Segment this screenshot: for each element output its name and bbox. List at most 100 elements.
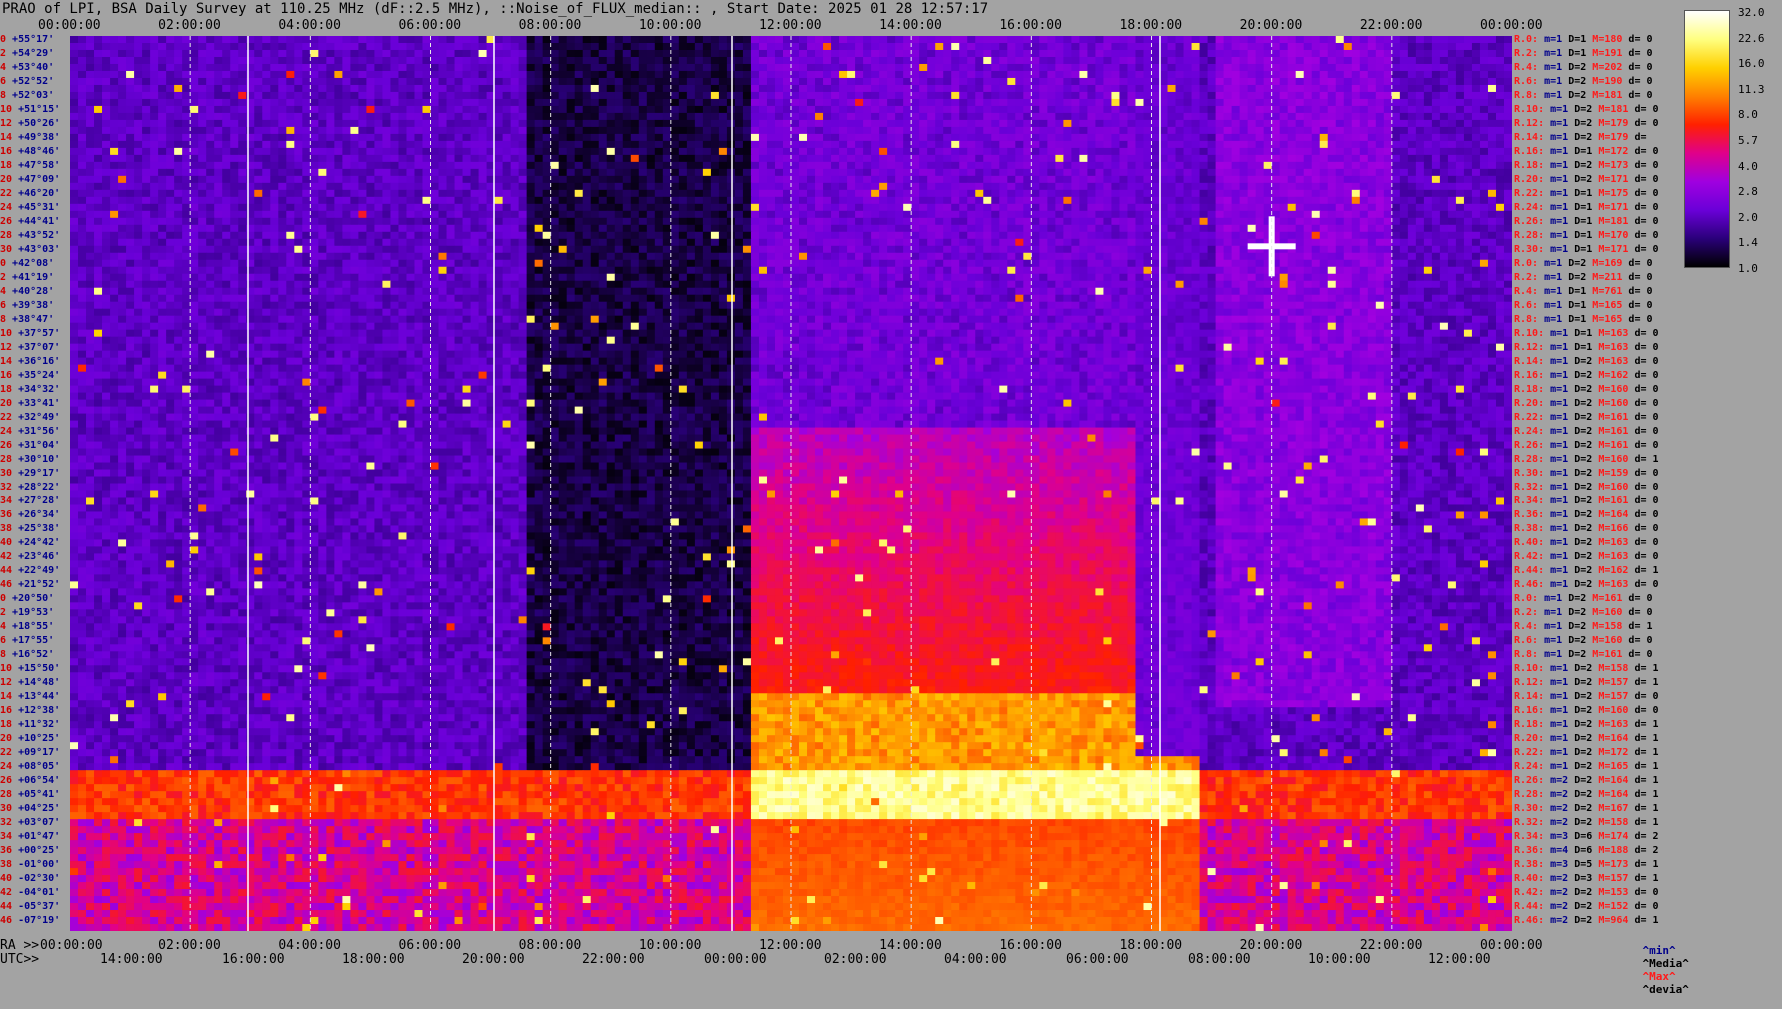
heatmap-cell [94,43,103,51]
heatmap-cell [951,204,960,212]
heatmap-cell [1160,64,1169,72]
heatmap-cell [1416,106,1425,114]
heatmap-cell [254,106,263,114]
heatmap-cell [1296,78,1305,86]
heatmap-cell [1224,211,1233,219]
heatmap-cell [871,183,880,191]
heatmap-cell [102,50,111,58]
heatmap-cell [887,50,896,58]
heatmap-cell [230,113,239,121]
heatmap-cell [1127,204,1136,212]
heatmap-cell [1440,211,1449,219]
heatmap-cell [366,99,375,107]
heatmap-cell [1312,197,1321,205]
heatmap-cell [142,190,151,198]
heatmap-cell [1047,155,1056,163]
heatmap-cell [999,134,1008,142]
heatmap-cell [1400,162,1409,170]
heatmap-cell [334,211,343,219]
heatmap-cell [1087,64,1096,72]
heatmap-cell [126,197,135,205]
heatmap-cell [527,120,536,128]
heatmap-cell [495,197,504,205]
heatmap-cell [1240,113,1249,121]
heatmap-cell [527,218,536,226]
heatmap-cell [1023,85,1032,93]
heatmap-cell [1224,141,1233,149]
heatmap-cell [431,155,440,163]
heatmap-cell [975,211,984,219]
heatmap-cell [1264,190,1273,198]
heatmap-cell [879,64,888,72]
heatmap-cell [439,148,448,156]
heatmap-cell [679,113,688,121]
heatmap-cell [1360,127,1369,135]
heatmap-cell [1216,176,1225,184]
heatmap-cell [799,141,808,149]
heatmap-cell [1416,197,1425,205]
heatmap-cell [551,57,560,65]
heatmap-cell [1127,190,1136,198]
heatmap-cell [1424,155,1433,163]
heatmap-cell [1392,176,1401,184]
heatmap-cell [935,169,944,177]
heatmap-cell [1039,50,1048,58]
heatmap-cell [1264,141,1273,149]
heatmap-cell [1047,190,1056,198]
heatmap-cell [1023,64,1032,72]
heatmap-cell [1456,162,1465,170]
heatmap-cell [382,162,391,170]
heatmap-cell [1055,120,1064,128]
heatmap-cell [1336,155,1345,163]
heatmap-cell [134,43,143,51]
heatmap-cell [1360,120,1369,128]
heatmap-cell [166,71,175,79]
heatmap-cell [1119,78,1128,86]
heatmap-cell [94,64,103,72]
heatmap-cell [903,106,912,114]
heatmap-cell [374,85,383,93]
heatmap-cell [1488,92,1497,100]
heatmap-cell [719,64,728,72]
heatmap-cell [519,85,528,93]
heatmap-cell [759,155,768,163]
heatmap-cell [294,43,303,51]
heatmap-cell [118,120,127,128]
heatmap-cell [214,162,223,170]
heatmap-cell [222,190,231,198]
heatmap-cell [1023,92,1032,100]
heatmap-cell [1103,78,1112,86]
heatmap-cell [647,141,656,149]
heatmap-cell [238,141,247,149]
heatmap-cell [503,211,512,219]
heatmap-cell [286,92,295,100]
dec-value: +51°15' [18,104,60,115]
declination-label: 42 +23°46' [0,551,60,562]
heatmap-cell [1464,36,1473,44]
heatmap-cell [302,64,311,72]
heatmap-cell [254,134,263,142]
heatmap-cell [70,169,79,177]
heatmap-cell [623,134,632,142]
heatmap-cell [583,36,592,44]
heatmap-cell [1496,78,1505,86]
heatmap-cell [118,204,127,212]
heatmap-cell [206,211,215,219]
heatmap-cell [1272,197,1281,205]
heatmap-cell [983,169,992,177]
heatmap-cell [1031,148,1040,156]
heatmap-cell [1456,99,1465,107]
heatmap-cell [1496,169,1505,177]
heatmap-cell [703,71,712,79]
heatmap-cell [1360,85,1369,93]
dec-value: +08°05' [18,761,60,772]
heatmap-cell [1039,36,1048,44]
heatmap-cell [543,120,552,128]
heatmap-cell [422,71,431,79]
heatmap-cell [1200,211,1209,219]
heatmap-cell [150,85,159,93]
heatmap-cell [1368,176,1377,184]
heatmap-cell [1039,134,1048,142]
heatmap-cell [1360,92,1369,100]
heatmap-cell [78,134,87,142]
